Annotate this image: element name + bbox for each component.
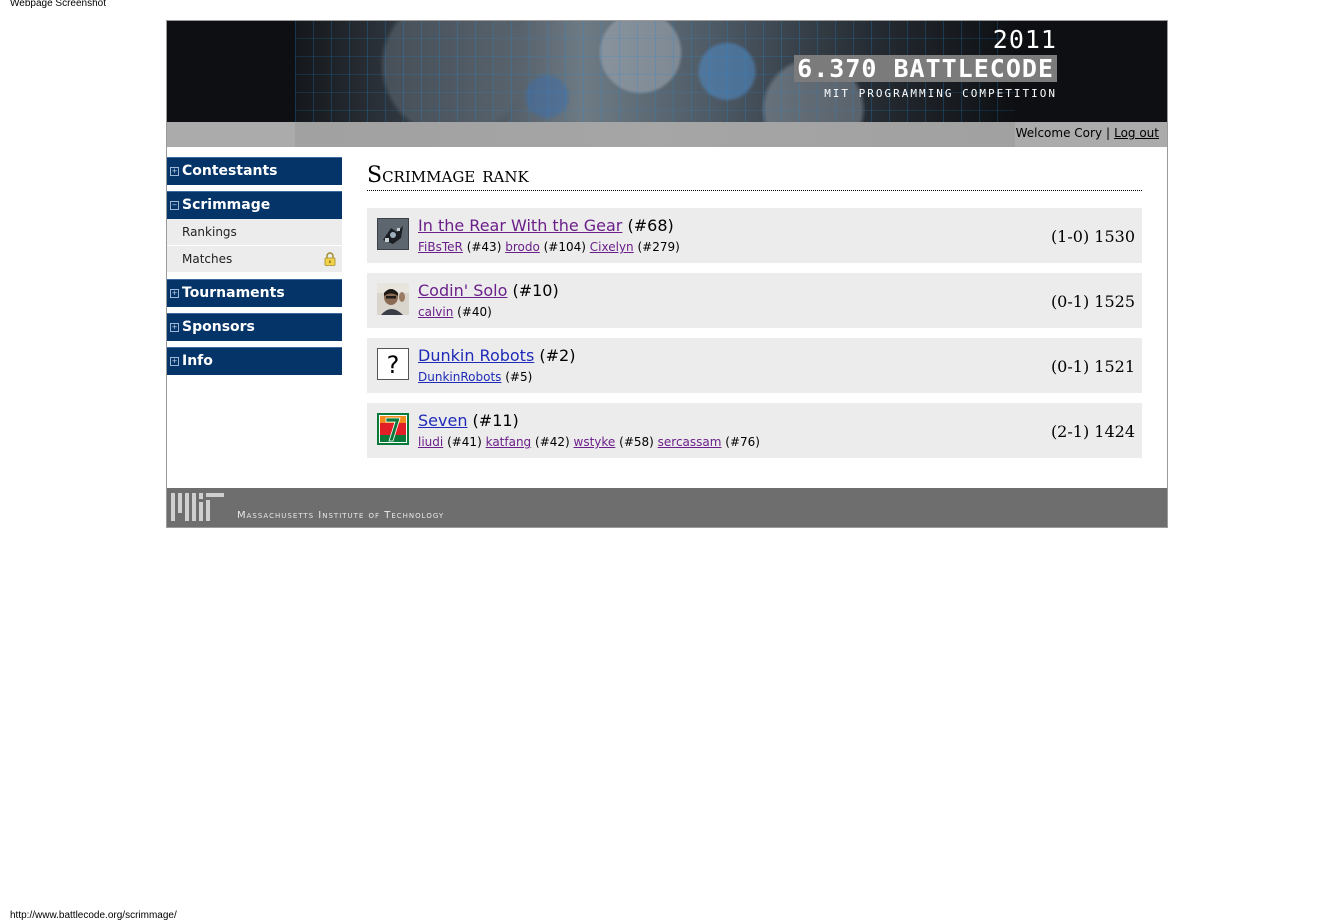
institution-name: Massachusetts Institute of Technology — [237, 510, 445, 521]
sidebar-section-label: Tournaments — [182, 285, 285, 301]
logout-link[interactable]: Log out — [1114, 126, 1159, 140]
sidebar-section-label: Sponsors — [182, 319, 255, 335]
welcome-area: Welcome Cory | Log out — [1016, 126, 1159, 140]
lock-icon — [324, 252, 336, 266]
sidebar-section-tournaments[interactable]: + Tournaments — [167, 279, 342, 307]
member-link[interactable]: Cixelyn — [590, 240, 634, 254]
sidebar-section-scrimmage[interactable]: − Scrimmage — [167, 191, 342, 219]
sidebar-nav: + Contestants − Scrimmage Rankings Match… — [167, 157, 342, 381]
page-title: Scrimmage rank — [367, 163, 1142, 191]
member-link[interactable]: brodo — [505, 240, 540, 254]
member-link[interactable]: liudi — [418, 435, 443, 449]
footer: Massachusetts Institute of Technology — [167, 488, 1167, 527]
separator: | — [1106, 126, 1111, 140]
user-bar-artwork — [295, 122, 1015, 147]
svg-text:?: ? — [387, 351, 400, 379]
member-rank: (#76) — [725, 435, 760, 449]
team-record: (1-0) 1530 — [1050, 227, 1135, 246]
sidebar-section-contestants[interactable]: + Contestants — [167, 157, 342, 185]
robot-avatar-icon — [377, 218, 409, 250]
sidebar-section-label: Contestants — [182, 163, 278, 179]
sidebar-section-sponsors[interactable]: + Sponsors — [167, 313, 342, 341]
team-record: (0-1) 1525 — [1050, 292, 1135, 311]
sidebar-section-label: Info — [182, 353, 213, 369]
team-line: Dunkin Robots (#2) — [418, 346, 575, 365]
photo-avatar-icon — [377, 283, 409, 315]
members-line: FiBsTeR (#43) brodo (#104) Cixelyn (#279… — [418, 240, 680, 254]
mit-logo-icon — [171, 493, 224, 521]
team-record: (0-1) 1521 — [1050, 357, 1135, 376]
member-link[interactable]: sercassam — [658, 435, 722, 449]
members-line: liudi (#41) katfang (#42) wstyke (#58) s… — [418, 435, 760, 449]
team-link[interactable]: In the Rear With the Gear — [418, 216, 622, 235]
question-avatar-icon: ? — [377, 348, 409, 380]
team-line: Seven (#11) — [418, 411, 519, 430]
member-link[interactable]: DunkinRobots — [418, 370, 501, 384]
member-rank: (#5) — [505, 370, 533, 384]
page-frame: 2011 6.370 BATTLECODE MIT PROGRAMMING CO… — [166, 20, 1168, 528]
member-rank: (#40) — [457, 305, 492, 319]
member-rank: (#43) — [466, 240, 502, 254]
team-rank: (#2) — [539, 346, 576, 365]
sidebar-item-matches[interactable]: Matches — [167, 246, 342, 273]
team-line: In the Rear With the Gear (#68) — [418, 216, 674, 235]
member-link[interactable]: FiBsTeR — [418, 240, 463, 254]
sidebar-section-label: Scrimmage — [182, 197, 271, 213]
list-item: ? Dunkin Robots (#2) DunkinRobots (#5) (… — [367, 338, 1142, 393]
expand-icon: + — [170, 323, 179, 332]
screenshot-caption: Webpage Screenshot — [10, 0, 106, 9]
banner-title: 6.370 BATTLECODE — [794, 55, 1057, 82]
expand-icon: + — [170, 167, 179, 176]
welcome-text: Welcome Cory — [1015, 126, 1103, 140]
team-link[interactable]: Seven — [418, 411, 467, 430]
member-rank: (#104) — [543, 240, 586, 254]
members-line: DunkinRobots (#5) — [418, 370, 532, 384]
banner-subtitle: MIT PROGRAMMING COMPETITION — [824, 87, 1057, 100]
team-rank: (#10) — [512, 281, 559, 300]
rank-list: In the Rear With the Gear (#68) FiBsTeR … — [367, 208, 1142, 458]
members-line: calvin (#40) — [418, 305, 492, 319]
banner-year: 2011 — [992, 25, 1057, 54]
scrimmage-submenu: Rankings Matches — [167, 219, 342, 273]
member-rank: (#41) — [447, 435, 482, 449]
team-link[interactable]: Codin' Solo — [418, 281, 507, 300]
sidebar-item-label: Matches — [182, 252, 233, 266]
main-content: Scrimmage rank In the Rear With the Gear… — [367, 163, 1142, 468]
team-line: Codin' Solo (#10) — [418, 281, 559, 300]
list-item: Codin' Solo (#10) calvin (#40) (0-1) 152… — [367, 273, 1142, 328]
list-item: In the Rear With the Gear (#68) FiBsTeR … — [367, 208, 1142, 263]
sidebar-item-label: Rankings — [182, 225, 237, 239]
expand-icon: + — [170, 357, 179, 366]
sidebar-item-rankings[interactable]: Rankings — [167, 219, 342, 246]
collapse-icon: − — [170, 201, 179, 210]
sidebar-section-info[interactable]: + Info — [167, 347, 342, 375]
seven-eleven-avatar-icon — [377, 413, 409, 445]
member-rank: (#42) — [535, 435, 570, 449]
member-rank: (#58) — [619, 435, 654, 449]
member-link[interactable]: calvin — [418, 305, 453, 319]
header-banner: 2011 6.370 BATTLECODE MIT PROGRAMMING CO… — [167, 21, 1167, 122]
status-bar-url: http://www.battlecode.org/scrimmage/ — [10, 910, 177, 921]
team-rank: (#68) — [627, 216, 674, 235]
member-rank: (#279) — [637, 240, 680, 254]
team-rank: (#11) — [472, 411, 519, 430]
user-bar: Welcome Cory | Log out — [167, 122, 1167, 147]
team-link[interactable]: Dunkin Robots — [418, 346, 534, 365]
list-item: Seven (#11) liudi (#41) katfang (#42) ws… — [367, 403, 1142, 458]
team-record: (2-1) 1424 — [1050, 422, 1135, 441]
member-link[interactable]: wstyke — [574, 435, 616, 449]
expand-icon: + — [170, 289, 179, 298]
member-link[interactable]: katfang — [486, 435, 532, 449]
